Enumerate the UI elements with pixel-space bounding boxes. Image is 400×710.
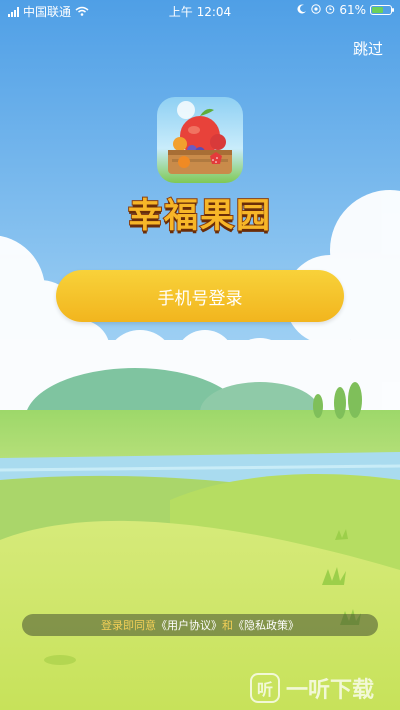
agreement-connector: 和 xyxy=(222,619,233,632)
alarm-icon xyxy=(325,3,335,17)
watermark: 听 一听下载 xyxy=(250,672,374,704)
watermark-text: 一听下载 xyxy=(286,678,375,703)
privacy-policy-link[interactable]: 《隐私政策》 xyxy=(233,617,299,633)
phone-login-button[interactable]: 手机号登录 xyxy=(56,270,344,322)
skip-button[interactable]: 跳过 xyxy=(353,38,383,59)
at-icon xyxy=(311,3,322,17)
status-bar: 中国联通 上午 12:04 61% xyxy=(0,0,400,22)
battery-icon xyxy=(370,5,394,15)
watermark-logo-icon: 听 xyxy=(250,673,280,703)
app-logo-icon xyxy=(157,97,243,183)
agreement-notice: 登录即同意 《用户协议》 和 《隐私政策》 xyxy=(22,614,378,636)
battery-percent: 61% xyxy=(339,3,366,17)
app-title: 幸福果园 xyxy=(127,195,272,237)
phone-login-label: 手机号登录 xyxy=(157,288,243,309)
agreement-prefix: 登录即同意 xyxy=(101,619,156,632)
user-agreement-link[interactable]: 《用户协议》 xyxy=(156,617,222,633)
moon-icon xyxy=(297,3,307,17)
